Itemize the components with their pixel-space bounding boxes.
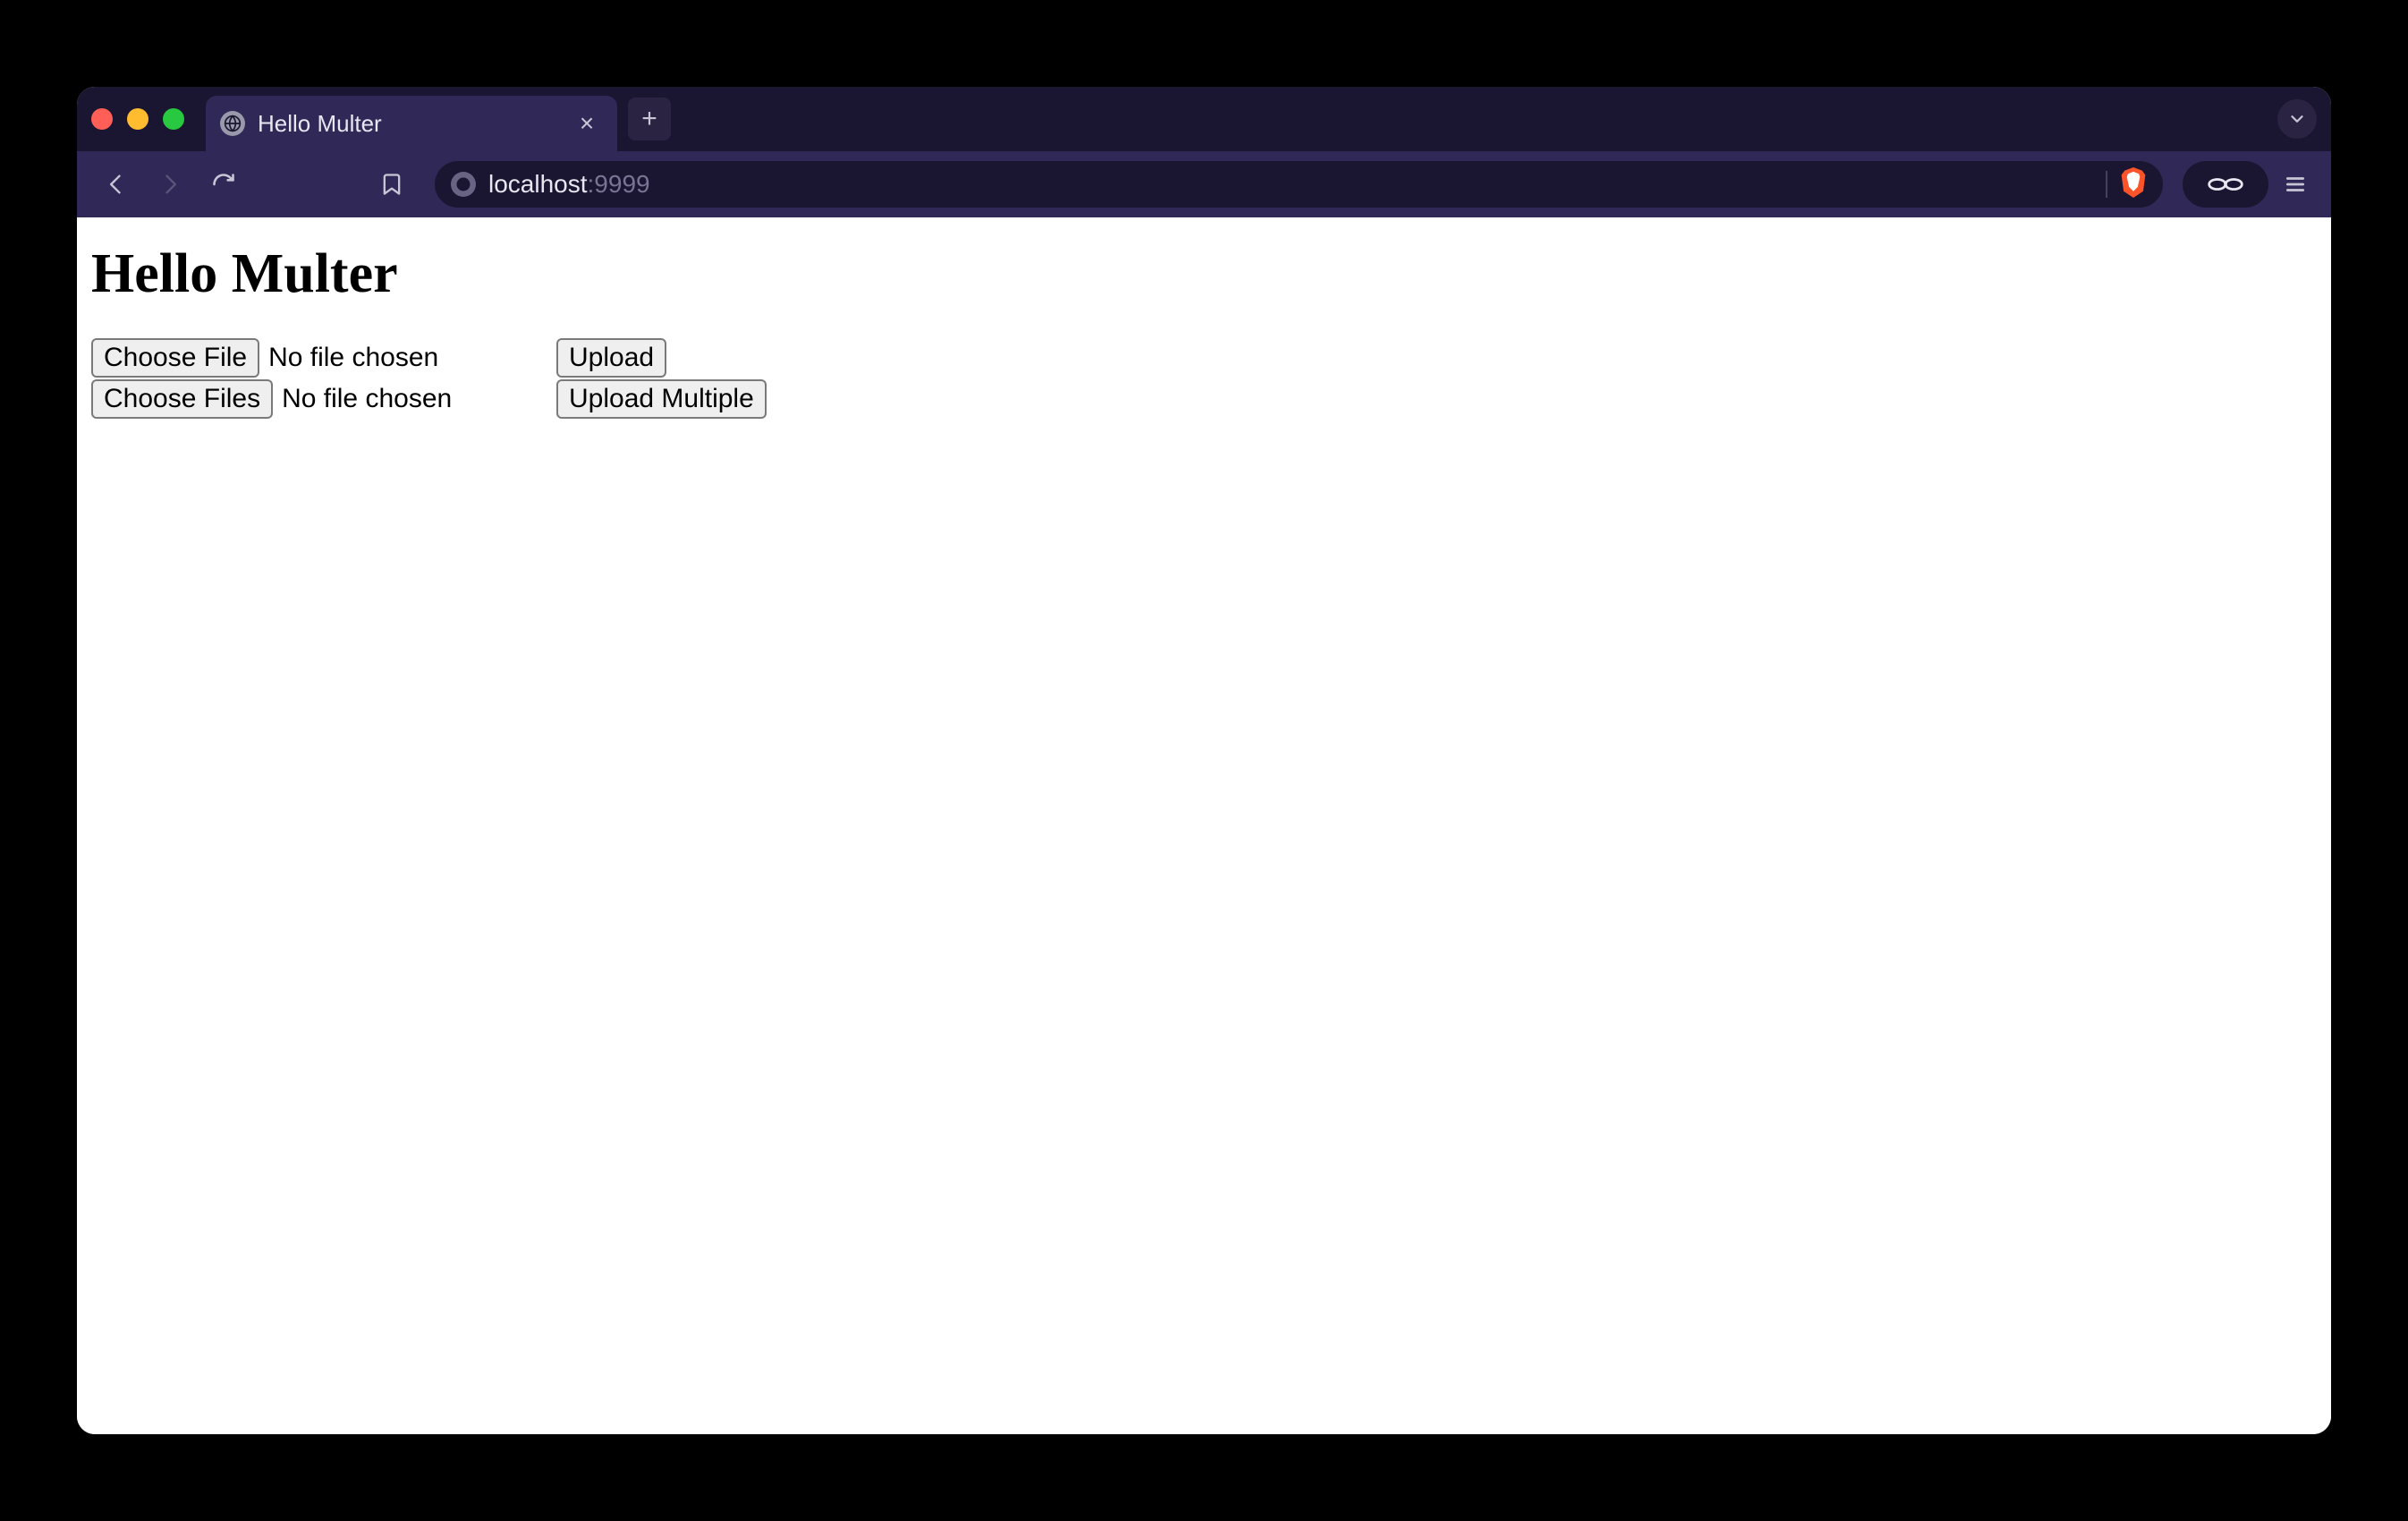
upload-form-single: Choose File No file chosen Upload bbox=[91, 338, 2317, 378]
window-controls bbox=[91, 108, 184, 130]
close-icon[interactable]: × bbox=[574, 111, 599, 136]
window-minimize-button[interactable] bbox=[127, 108, 148, 130]
url-text: localhost:9999 bbox=[488, 170, 2093, 199]
hamburger-menu-button[interactable] bbox=[2276, 165, 2315, 204]
upload-form-multiple: Choose Files No file chosen Upload Multi… bbox=[91, 379, 2317, 419]
url-port: :9999 bbox=[588, 170, 650, 198]
brave-shields-icon[interactable] bbox=[2120, 167, 2147, 202]
upload-multiple-button[interactable]: Upload Multiple bbox=[556, 379, 767, 419]
page-content: Hello Multer Choose File No file chosen … bbox=[77, 217, 2331, 1434]
forward-button[interactable] bbox=[147, 161, 193, 208]
browser-window: Hello Multer × + bbox=[77, 87, 2331, 1434]
tab-title: Hello Multer bbox=[258, 110, 562, 138]
url-host: localhost bbox=[488, 170, 588, 198]
browser-tab[interactable]: Hello Multer × bbox=[206, 96, 617, 151]
tabs-dropdown-button[interactable] bbox=[2277, 99, 2317, 139]
back-button[interactable] bbox=[93, 161, 140, 208]
file-input-multiple[interactable]: Choose Files No file chosen bbox=[91, 379, 556, 419]
not-secure-icon bbox=[451, 172, 476, 197]
file-status-text: No file chosen bbox=[282, 384, 452, 414]
address-divider bbox=[2106, 171, 2107, 198]
tab-bar: Hello Multer × + bbox=[77, 87, 2331, 151]
tor-private-button[interactable] bbox=[2183, 161, 2268, 208]
address-bar[interactable]: localhost:9999 bbox=[435, 161, 2163, 208]
window-close-button[interactable] bbox=[91, 108, 113, 130]
new-tab-button[interactable]: + bbox=[628, 98, 671, 140]
window-maximize-button[interactable] bbox=[163, 108, 184, 130]
page-heading: Hello Multer bbox=[91, 242, 2317, 306]
bookmark-button[interactable] bbox=[369, 161, 415, 208]
upload-button[interactable]: Upload bbox=[556, 338, 666, 378]
file-status-text: No file chosen bbox=[268, 343, 438, 373]
file-input-single[interactable]: Choose File No file chosen bbox=[91, 338, 556, 378]
globe-icon bbox=[220, 111, 245, 136]
browser-toolbar: localhost:9999 bbox=[77, 151, 2331, 217]
choose-file-button[interactable]: Choose File bbox=[91, 338, 259, 378]
reload-button[interactable] bbox=[200, 161, 247, 208]
choose-files-button[interactable]: Choose Files bbox=[91, 379, 273, 419]
